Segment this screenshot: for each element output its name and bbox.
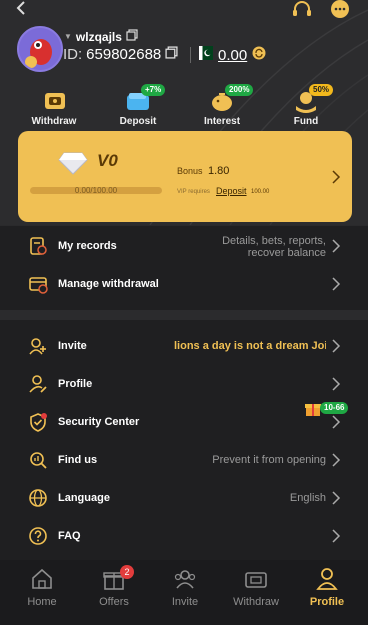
shield-check-icon — [28, 412, 48, 432]
nav-profile[interactable]: Profile — [292, 566, 362, 608]
withdraw-icon — [243, 566, 269, 592]
back-arrow-icon[interactable] — [14, 0, 30, 16]
invite-user-icon — [28, 336, 48, 356]
menu-item-security-center[interactable]: Security Center 10-66 — [0, 402, 368, 440]
invite-marquee-text: lions a day is not a dream Joi — [174, 340, 326, 352]
deposit-link[interactable]: Deposit — [216, 186, 247, 196]
menu-item-detail: Details, bets, reports, recover balance — [222, 235, 326, 259]
copy-username-icon[interactable] — [126, 29, 138, 44]
menu-item-label: Find us — [58, 454, 98, 466]
vip-level: V0 — [97, 151, 118, 170]
balance-amount: 0.00 — [218, 46, 248, 64]
menu-item-my-records[interactable]: My records Details, bets, reports, recov… — [0, 228, 368, 264]
chevron-right-icon — [331, 415, 341, 434]
username: wlzqajls — [75, 29, 122, 44]
nav-invite[interactable]: Invite — [150, 566, 220, 608]
diamond-icon — [58, 151, 88, 180]
menu-item-profile[interactable]: Profile — [0, 366, 368, 402]
withdrawal-card-icon — [28, 274, 48, 294]
quick-action-label: Withdraw — [31, 116, 77, 127]
profile-person-icon — [314, 566, 340, 592]
profile-edit-icon — [28, 374, 48, 394]
nav-home[interactable]: Home — [7, 566, 77, 608]
divider — [190, 47, 191, 63]
nav-label: Profile — [309, 596, 345, 608]
withdraw-wallet-icon — [39, 86, 69, 116]
menu-item-label: Profile — [58, 378, 93, 390]
bottom-nav: Home 2 Offers Invite Withdraw Profile — [0, 560, 368, 625]
menu-item-label: Language — [58, 492, 110, 504]
quick-action-label: Deposit — [119, 116, 157, 127]
headset-support-icon[interactable] — [291, 0, 313, 20]
question-icon — [28, 526, 48, 546]
security-badge: 10-66 — [320, 402, 349, 414]
chevron-right-icon — [331, 170, 341, 189]
vip-required-amount: 100.00 — [251, 189, 270, 195]
quick-action-interest[interactable]: 200% Interest — [187, 84, 257, 127]
balance-row: 0.00 — [199, 46, 266, 64]
interest-badge: 200% — [225, 84, 254, 96]
chevron-right-icon — [331, 239, 341, 258]
home-icon — [29, 566, 55, 592]
pakistan-flag-icon — [199, 46, 213, 64]
chevron-right-icon — [331, 277, 341, 296]
find-search-icon — [28, 450, 48, 470]
refresh-icon[interactable] — [252, 46, 266, 64]
copy-id-icon[interactable] — [165, 46, 178, 63]
menu-item-label: My records — [58, 240, 117, 252]
deposit-wallet-icon: +7% — [123, 84, 166, 116]
records-icon — [28, 236, 48, 256]
menu-item-language[interactable]: Language English — [0, 480, 368, 516]
avatar[interactable] — [17, 26, 63, 72]
menu-item-label: Manage withdrawal — [58, 278, 159, 290]
chat-bubble-icon[interactable] — [330, 0, 350, 20]
menu-item-invite[interactable]: Invite lions a day is not a dream Joi — [0, 328, 368, 364]
chevron-right-icon — [331, 453, 341, 472]
menu-item-label: Security Center — [58, 416, 140, 428]
nav-label: Home — [27, 596, 57, 608]
section-divider — [0, 310, 368, 320]
chevron-right-icon — [331, 491, 341, 510]
offers-badge: 2 — [120, 565, 134, 579]
vip-requires-label: VIP requires — [177, 189, 210, 195]
id-value: 659802688 — [86, 46, 162, 63]
piggy-bank-icon: 200% — [207, 84, 254, 116]
gift-icon: 2 — [101, 565, 134, 592]
fund-hand-icon: 50% — [291, 84, 334, 116]
vip-progress-text: 0.00/100.00 — [74, 186, 118, 195]
chevron-right-icon — [331, 377, 341, 396]
quick-action-withdraw[interactable]: Withdraw — [19, 86, 89, 127]
globe-icon — [28, 488, 48, 508]
bonus-value: 1.80 — [208, 165, 230, 177]
quick-action-label: Fund — [293, 116, 319, 127]
invite-people-icon — [172, 566, 198, 592]
nav-withdraw[interactable]: Withdraw — [221, 566, 291, 608]
bonus-label: Bonus — [177, 166, 203, 176]
caret-down-icon: ▼ — [64, 32, 72, 41]
quick-action-label: Interest — [203, 116, 241, 127]
nav-offers[interactable]: 2 Offers — [79, 565, 149, 608]
menu-item-manage-withdrawal[interactable]: Manage withdrawal — [0, 266, 368, 302]
menu-item-find-us[interactable]: Find us Prevent it from opening — [0, 442, 368, 478]
nav-label: Offers — [99, 596, 129, 608]
gift-promo-icon — [304, 399, 322, 422]
quick-action-fund[interactable]: 50% Fund — [271, 84, 341, 127]
chevron-right-icon — [331, 339, 341, 358]
deposit-badge: +7% — [141, 84, 166, 96]
menu-item-label: Invite — [58, 340, 87, 352]
nav-label: Withdraw — [233, 596, 279, 608]
fund-badge: 50% — [309, 84, 334, 96]
menu-item-detail: Prevent it from opening — [212, 454, 326, 466]
id-label: ID: — [63, 46, 83, 63]
user-id-row: ID: 659802688 — [63, 46, 178, 63]
vip-card[interactable]: V0 0.00/100.00 Bonus 1.80 VIP requires D… — [18, 131, 352, 222]
selected-language: English — [289, 492, 326, 504]
menu-item-faq[interactable]: FAQ — [0, 518, 368, 554]
nav-label: Invite — [171, 596, 199, 608]
username-row: ▼ wlzqajls — [64, 29, 138, 44]
chevron-right-icon — [331, 529, 341, 548]
menu-item-label: FAQ — [58, 530, 81, 542]
quick-action-deposit[interactable]: +7% Deposit — [103, 84, 173, 127]
